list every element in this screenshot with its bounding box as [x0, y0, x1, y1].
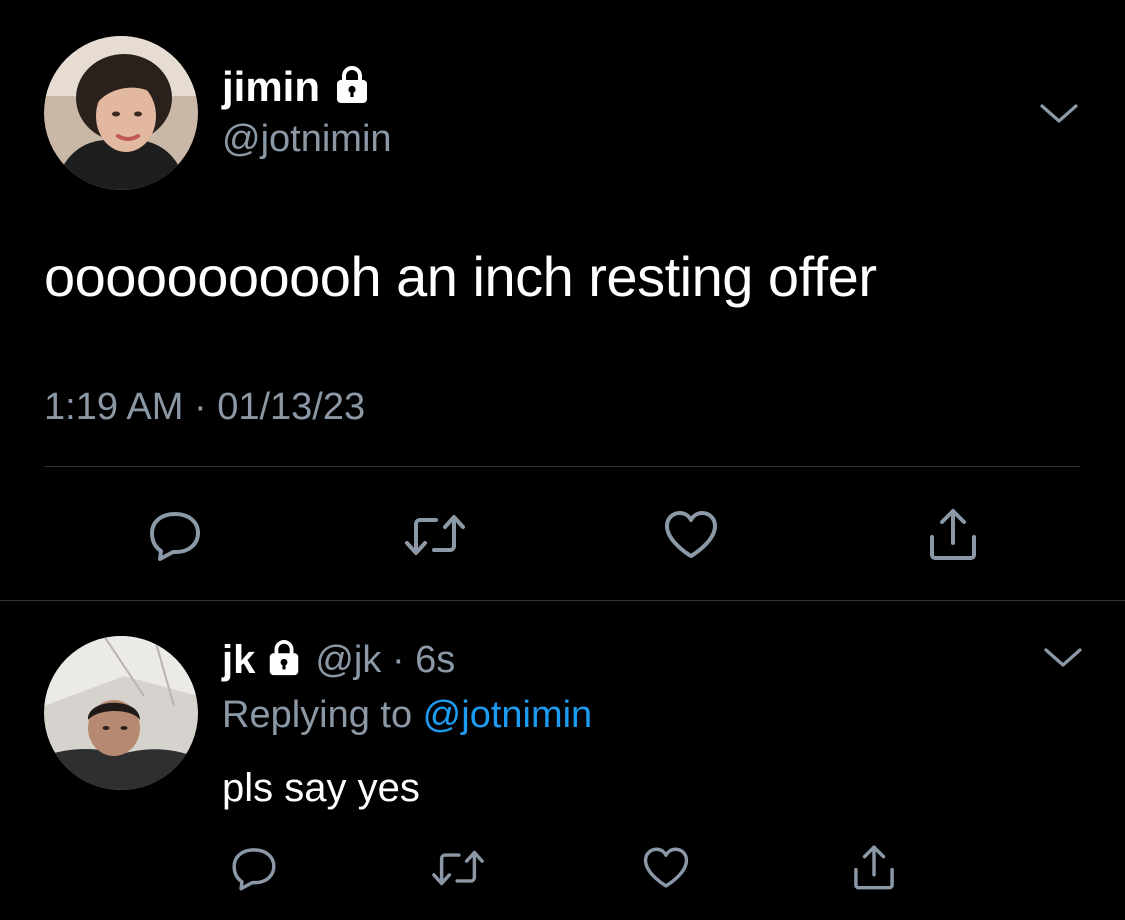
- reply-author-avatar[interactable]: [44, 636, 198, 790]
- main-author-name[interactable]: jimin: [222, 63, 320, 111]
- reply-author-handle[interactable]: @jk: [315, 639, 381, 682]
- avatar-photo: [44, 636, 198, 790]
- avatar-photo: [44, 36, 198, 190]
- reply-icon[interactable]: [145, 505, 205, 565]
- reply-author-name-row: jk @jk · 6s: [222, 636, 455, 684]
- separator-dot: ·: [381, 638, 416, 681]
- replying-to: Replying to @jotnimin: [222, 694, 592, 737]
- main-author-name-row: jimin: [222, 62, 372, 112]
- lock-icon: [332, 65, 372, 110]
- chevron-down-icon[interactable]: [1036, 98, 1082, 128]
- divider: [44, 466, 1080, 467]
- lock-icon: [265, 639, 303, 682]
- share-icon[interactable]: [848, 841, 900, 893]
- like-icon[interactable]: [660, 505, 722, 565]
- tweet-timestamp[interactable]: 1:19 AM · 01/13/23: [44, 386, 365, 429]
- main-author-handle[interactable]: @jotnimin: [222, 118, 392, 161]
- replying-prefix: Replying to: [222, 694, 423, 736]
- main-author-avatar[interactable]: [44, 36, 198, 190]
- share-icon[interactable]: [922, 503, 984, 565]
- reply-text: pls say yes: [222, 766, 420, 810]
- tweet-separator: [0, 600, 1125, 601]
- reply-age[interactable]: 6s: [415, 639, 455, 682]
- mention-link[interactable]: @jotnimin: [423, 694, 593, 737]
- chevron-down-icon[interactable]: [1040, 642, 1086, 672]
- retweet-icon[interactable]: [400, 505, 470, 565]
- reply-author-name[interactable]: jk: [222, 638, 255, 683]
- retweet-icon[interactable]: [428, 843, 488, 893]
- tweet-text: ooooooooooh an inch resting offer: [44, 245, 877, 308]
- reply-icon[interactable]: [228, 843, 280, 893]
- like-icon[interactable]: [640, 843, 692, 893]
